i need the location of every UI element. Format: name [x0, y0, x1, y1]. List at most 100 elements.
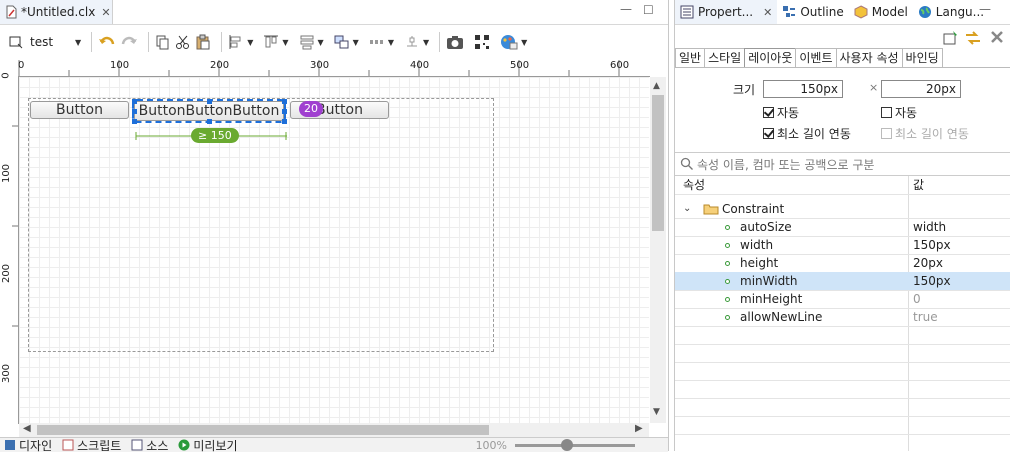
- property-key: allowNewLine: [740, 310, 823, 324]
- tab-label: Model: [871, 5, 908, 19]
- tab-language[interactable]: Langu...: [913, 0, 989, 24]
- property-value[interactable]: 20px: [913, 254, 943, 272]
- anchor-button[interactable]: ▼: [404, 29, 429, 55]
- property-table: 속성 값 ⌄ Constraint autoSize width width 1…: [675, 176, 1010, 451]
- chevron-down-icon[interactable]: ⌄: [683, 200, 691, 218]
- target-selector[interactable]: test ▼: [8, 29, 81, 55]
- tab-model[interactable]: Model: [849, 0, 913, 24]
- property-dot-icon: [725, 315, 730, 320]
- new-property-icon[interactable]: [943, 30, 959, 46]
- scroll-down-icon[interactable]: ▼: [653, 407, 660, 417]
- table-row[interactable]: allowNewLine true: [675, 308, 1010, 327]
- vertical-ruler: 0 100 200 300: [0, 72, 19, 424]
- header-property: 속성: [683, 178, 706, 192]
- close-tab-icon[interactable]: ✕: [101, 6, 110, 19]
- property-value[interactable]: 0: [913, 290, 921, 308]
- minimize-icon[interactable]: —: [620, 2, 632, 16]
- table-header: 속성 값: [675, 176, 1010, 195]
- zoom-slider[interactable]: [515, 438, 636, 451]
- spacing-button[interactable]: ▼: [369, 29, 394, 55]
- resize-handle[interactable]: [207, 99, 212, 104]
- tab-outline[interactable]: Outline: [777, 0, 848, 24]
- min-width-link-checkbox-row[interactable]: 최소 길이 연동: [763, 125, 851, 142]
- empty-row: [675, 380, 1010, 399]
- scroll-thumb[interactable]: [37, 425, 489, 435]
- table-row[interactable]: height 20px: [675, 254, 1010, 273]
- property-value[interactable]: true: [913, 308, 938, 326]
- vertical-scrollbar[interactable]: ▲ ▼: [650, 77, 666, 423]
- auto-width-checkbox[interactable]: [763, 107, 774, 118]
- close-icon[interactable]: ✕: [763, 6, 772, 19]
- scroll-up-icon[interactable]: ▲: [653, 81, 660, 91]
- table-row[interactable]: minHeight 0: [675, 290, 1010, 309]
- delete-icon[interactable]: [990, 30, 1004, 44]
- arrange-button[interactable]: ▼: [334, 29, 359, 55]
- zoom-slider-thumb[interactable]: [561, 438, 574, 451]
- cut-button[interactable]: [175, 29, 191, 55]
- document-file-icon: [6, 5, 17, 19]
- play-icon: [178, 439, 190, 451]
- group-row[interactable]: ⌄ Constraint: [675, 200, 1010, 219]
- resize-handle[interactable]: [282, 119, 287, 124]
- qr-code-button[interactable]: [474, 29, 490, 55]
- resize-handle[interactable]: [282, 99, 287, 104]
- subtab-general[interactable]: 일반: [675, 48, 706, 67]
- redo-button[interactable]: [120, 29, 138, 55]
- auto-height-checkbox-row[interactable]: 자동: [881, 104, 917, 121]
- subtab-style[interactable]: 스타일: [704, 48, 746, 67]
- subtab-binding[interactable]: 바인딩: [901, 48, 943, 67]
- screenshot-button[interactable]: [446, 29, 464, 55]
- undo-button[interactable]: [98, 29, 116, 55]
- table-row-selected[interactable]: minWidth 150px: [675, 272, 1010, 291]
- maximize-icon[interactable]: ☐: [643, 3, 654, 17]
- theme-button[interactable]: ▼: [500, 29, 527, 55]
- table-row[interactable]: autoSize width: [675, 218, 1010, 237]
- width-field[interactable]: 150px: [763, 80, 843, 98]
- resize-handle[interactable]: [132, 119, 137, 124]
- subtab-user-attributes[interactable]: 사용자 속성: [835, 48, 903, 67]
- properties-icon: [680, 5, 694, 19]
- link-properties-icon[interactable]: [965, 30, 981, 46]
- resize-handle[interactable]: [207, 119, 212, 124]
- property-value[interactable]: 150px: [913, 236, 951, 254]
- min-width-link-checkbox[interactable]: [763, 128, 774, 139]
- script-icon: [62, 439, 74, 451]
- resize-handle[interactable]: [282, 109, 287, 114]
- scroll-right-icon[interactable]: ▶: [635, 423, 643, 434]
- canvas-button-selected[interactable]: ButtonButtonButton: [132, 99, 286, 123]
- resize-handle[interactable]: [132, 99, 137, 104]
- minimize-icon[interactable]: —: [979, 2, 991, 16]
- height-field[interactable]: 20px: [881, 80, 961, 98]
- property-search[interactable]: 속성 이름, 컴마 또는 공백으로 구분: [675, 152, 1010, 176]
- resize-handle[interactable]: [132, 109, 137, 114]
- property-value[interactable]: width: [913, 218, 946, 236]
- scroll-left-icon[interactable]: ◀: [23, 423, 31, 434]
- anchor-icon: [406, 36, 417, 47]
- checkbox-label: 자동: [777, 106, 800, 120]
- table-row[interactable]: width 150px: [675, 236, 1010, 255]
- target-label: test: [30, 35, 54, 49]
- tab-properties[interactable]: Propert... ✕: [675, 0, 778, 24]
- editor-bottom-tabs: 디자인 스크립트 소스 미리보기 100%: [0, 437, 668, 453]
- distribute-button[interactable]: ▼: [299, 29, 324, 55]
- auto-width-checkbox-row[interactable]: 자동: [763, 104, 799, 121]
- canvas-button-1[interactable]: Button: [30, 101, 129, 119]
- align-top-button[interactable]: ▼: [263, 29, 289, 55]
- ruler-label: 100: [110, 60, 130, 71]
- auto-height-checkbox[interactable]: [881, 107, 892, 118]
- paste-button[interactable]: [195, 29, 211, 55]
- copy-icon: [156, 35, 169, 50]
- copy-button[interactable]: [155, 29, 171, 55]
- chevron-down-icon: ▼: [282, 37, 289, 47]
- document-tab[interactable]: *Untitled.clx ✕: [0, 0, 113, 24]
- height-badge: 20: [299, 101, 323, 117]
- property-value[interactable]: 150px: [913, 272, 951, 290]
- subtab-layout[interactable]: 레이아웃: [744, 48, 797, 67]
- properties-panel: Propert... ✕ Outline Model Langu... — 일반…: [674, 0, 1010, 451]
- design-canvas[interactable]: Button ButtonButtonButton Button 20 ≥ 15…: [19, 77, 649, 423]
- horizontal-scrollbar[interactable]: ◀ ▶: [19, 423, 649, 437]
- subtab-event[interactable]: 이벤트: [795, 48, 837, 67]
- align-left-button[interactable]: ▼: [228, 29, 253, 55]
- ruler-label: 500: [510, 60, 530, 71]
- scroll-thumb[interactable]: [652, 95, 664, 231]
